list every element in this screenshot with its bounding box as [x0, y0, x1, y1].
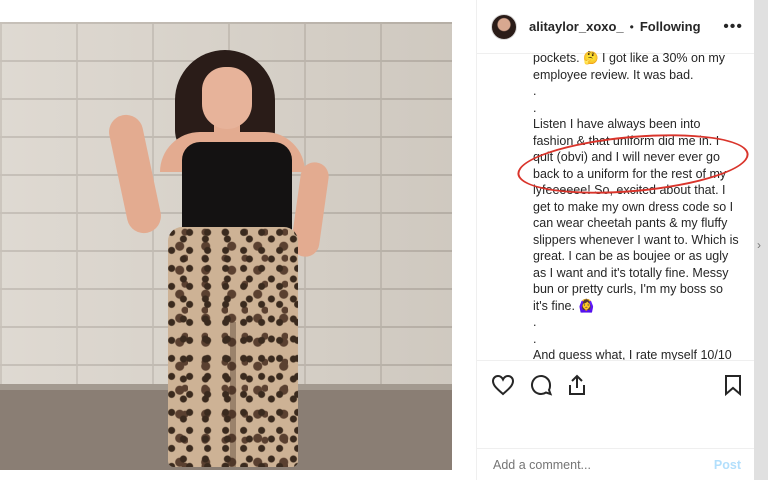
heart-icon[interactable]: [491, 373, 515, 397]
share-icon[interactable]: [565, 373, 589, 397]
bookmark-icon[interactable]: [721, 373, 745, 397]
person-face: [202, 67, 252, 129]
post-side-panel: alitaylor_xoxo_ • Following ••• pockets.…: [476, 0, 755, 480]
following-button[interactable]: Following: [640, 19, 701, 34]
username-link[interactable]: alitaylor_xoxo_: [529, 19, 624, 34]
more-options-icon[interactable]: •••: [723, 18, 743, 36]
person-black-top: [182, 142, 292, 237]
caption: pockets. 🤔 I got like a 30% on my employ…: [533, 50, 739, 360]
post-photo[interactable]: [0, 22, 452, 470]
comment-icon[interactable]: [529, 373, 553, 397]
next-arrow-icon[interactable]: ›: [757, 238, 761, 252]
avatar[interactable]: [491, 13, 517, 40]
comment-input[interactable]: [493, 457, 693, 472]
pants-leg-gap: [230, 322, 236, 467]
post-button[interactable]: Post: [714, 458, 741, 472]
action-bar: [477, 360, 755, 408]
photo-area: [0, 0, 476, 480]
post-header: alitaylor_xoxo_ • Following •••: [477, 0, 755, 54]
comment-box: Post: [477, 448, 755, 480]
caption-text: pockets. 🤔 I got like a 30% on my employ…: [533, 51, 739, 360]
separator-dot: •: [629, 19, 634, 34]
